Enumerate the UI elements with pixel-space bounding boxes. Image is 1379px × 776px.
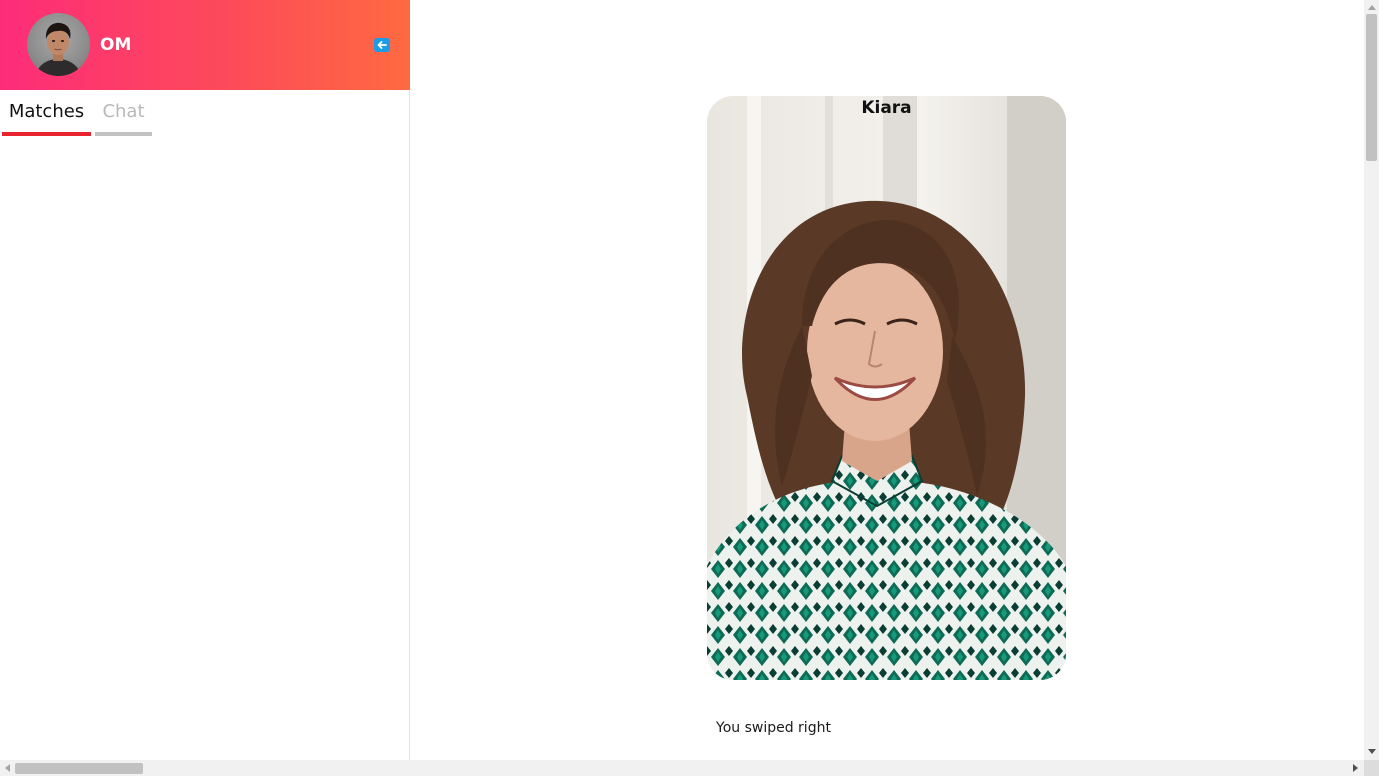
tab-matches[interactable]: Matches [2, 90, 91, 136]
swipe-area: Kiara You swiped right [410, 0, 1364, 760]
sidebar: OM Matches Chat [0, 0, 410, 760]
scroll-down-icon[interactable] [1368, 749, 1376, 754]
logout-button[interactable] [374, 38, 390, 52]
username: OM [100, 35, 132, 55]
swipe-status: You swiped right [716, 720, 831, 736]
vertical-scrollbar[interactable] [1364, 0, 1379, 760]
scrollbar-corner [1364, 760, 1379, 776]
card-name: Kiara [861, 98, 912, 118]
avatar[interactable] [27, 13, 90, 76]
tab-chat[interactable]: Chat [95, 90, 152, 136]
profile-card[interactable]: Kiara [707, 96, 1066, 680]
vertical-scroll-thumb[interactable] [1366, 14, 1377, 161]
scroll-right-icon[interactable] [1353, 764, 1358, 772]
back-arrow-icon [377, 41, 387, 49]
horizontal-scrollbar[interactable] [0, 760, 1364, 776]
profile-header: OM [0, 0, 410, 90]
sidebar-tabs: Matches Chat [0, 90, 409, 138]
scroll-left-icon[interactable] [5, 764, 10, 772]
profile-photo [707, 200, 1066, 680]
scroll-up-icon[interactable] [1368, 5, 1376, 10]
avatar-photo [35, 22, 82, 76]
horizontal-scroll-thumb[interactable] [15, 763, 143, 774]
